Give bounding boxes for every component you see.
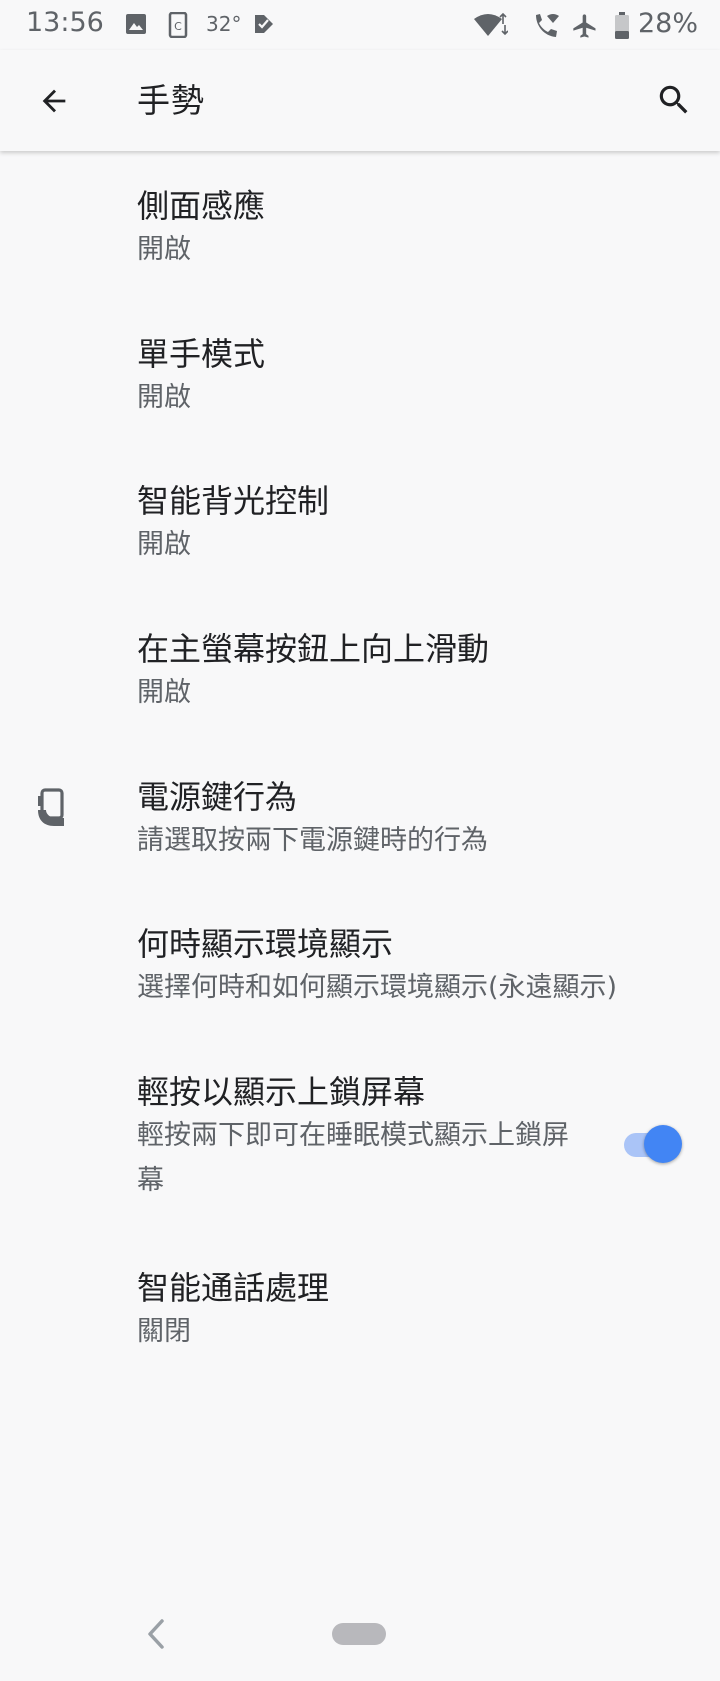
setting-item-power-key-behavior[interactable]: 電源鍵行為 請選取按兩下電源鍵時的行為 [0,742,720,889]
setting-summary: 開啟 [137,234,191,265]
nav-back-button[interactable] [142,1611,172,1657]
setting-item-one-handed-mode[interactable]: 單手模式 開啟 [0,299,720,446]
nav-back-icon [148,1619,164,1649]
search-icon [659,85,688,114]
setting-title: 何時顯示環境顯示 [137,925,394,963]
setting-title: 智能背光控制 [137,482,330,520]
page-title: 手勢 [137,81,205,120]
setting-summary: 開啟 [137,529,191,560]
setting-summary: 開啟 [137,677,191,708]
back-button[interactable] [26,75,82,127]
status-temperature: 32° [206,12,242,36]
search-button[interactable] [646,72,702,128]
setting-summary: 關閉 [137,1316,191,1347]
status-time: 13:56 [26,7,104,38]
screenshot-icon: C [168,11,188,42]
navigation-bar [0,1587,720,1681]
setting-summary: 請選取按兩下電源鍵時的行為 [137,825,488,856]
battery-percent: 28% [638,8,699,39]
sim-notification-icon [252,12,276,40]
setting-title: 電源鍵行為 [137,778,298,816]
settings-screen: 13:56 C 32° 28% 手勢 側面感應 開啟 單手模式 開啟 智能背光控… [0,0,720,1681]
setting-title: 在主螢幕按鈕上向上滑動 [137,630,490,668]
image-icon [124,12,148,40]
toggle-thumb [644,1125,682,1163]
setting-item-side-sensing[interactable]: 側面感應 開啟 [0,151,720,299]
setting-title: 智能通話處理 [137,1269,330,1307]
app-bar: 手勢 [0,50,720,151]
setting-title: 單手模式 [137,335,266,373]
wifi-icon [472,12,509,42]
phone-power-icon [34,788,70,834]
status-bar: 13:56 C 32° 28% [0,0,720,50]
setting-summary: 選擇何時和如何顯示環境顯示(永遠顯示) [137,972,618,1003]
setting-item-swipe-up-home[interactable]: 在主螢幕按鈕上向上滑動 開啟 [0,594,720,742]
setting-title: 側面感應 [137,187,266,225]
setting-title: 輕按以顯示上鎖屏幕 [137,1073,426,1111]
nav-home-pill[interactable] [332,1623,386,1645]
settings-list: 側面感應 開啟 單手模式 開啟 智能背光控制 開啟 在主螢幕按鈕上向上滑動 開啟… [0,151,720,1587]
setting-item-tap-to-show-lock-screen[interactable]: 輕按以顯示上鎖屏幕 輕按兩下即可在睡眠模式顯示上鎖屏幕 [0,1037,720,1233]
lock-screen-toggle[interactable] [624,1125,684,1165]
setting-summary: 開啟 [137,382,191,413]
arrow-back-icon [42,89,66,113]
setting-item-smart-call-handling[interactable]: 智能通話處理 關閉 [0,1233,720,1381]
setting-summary: 輕按兩下即可在睡眠模式顯示上鎖屏幕 [137,1120,569,1196]
svg-text:C: C [174,20,182,33]
airplane-mode-icon [571,12,599,44]
battery-icon [614,12,630,44]
setting-item-ambient-display-when[interactable]: 何時顯示環境顯示 選擇何時和如何顯示環境顯示(永遠顯示) [0,889,720,1037]
setting-item-smart-backlight[interactable]: 智能背光控制 開啟 [0,446,720,594]
wifi-calling-icon [530,12,560,44]
